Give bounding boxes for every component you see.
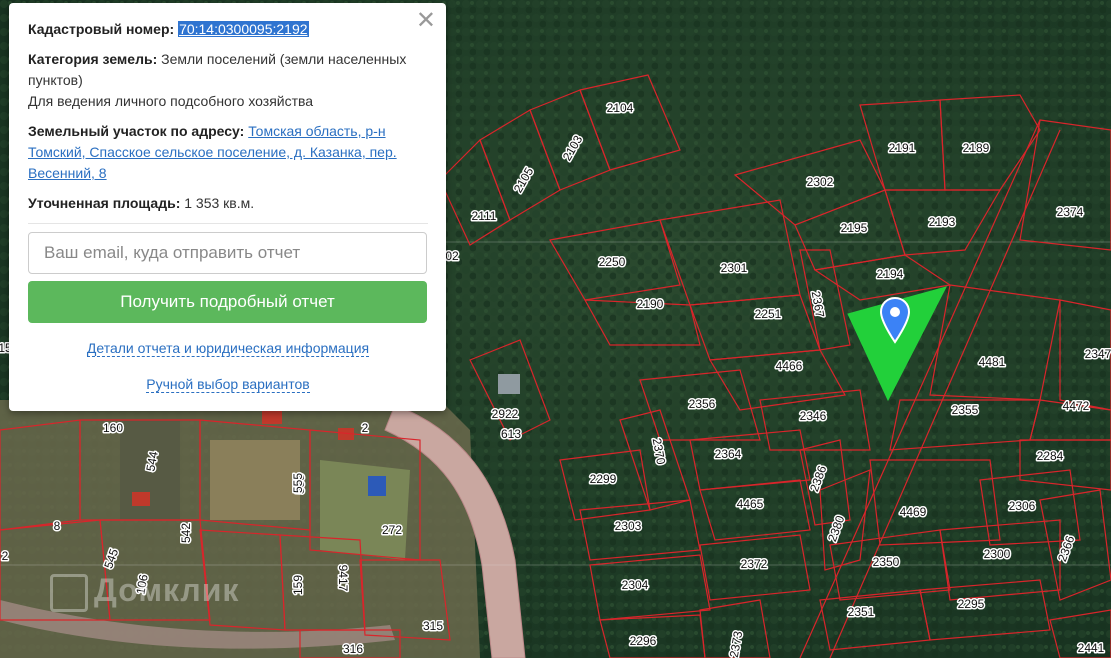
parcel-info-popup: ✕ Кадастровый номер: 70:14:0300095:2192 … bbox=[9, 3, 446, 411]
cadastral-number-link[interactable]: 70:14:0300095:2192 bbox=[178, 21, 309, 37]
plot-number-label: 2295 bbox=[958, 597, 985, 611]
cadastral-row: Кадастровый номер: 70:14:0300095:2192 bbox=[28, 19, 428, 40]
plot-number-label: 2195 bbox=[841, 221, 868, 235]
area-row: Уточненная площадь: 1 353 кв.м. bbox=[28, 193, 428, 214]
plot-number-label: 4465 bbox=[737, 497, 764, 511]
plot-number-label: 542 bbox=[179, 523, 193, 543]
plot-number-label: 2251 bbox=[755, 307, 782, 321]
plot-number-label: 2355 bbox=[952, 403, 979, 417]
plot-number-label: 2193 bbox=[929, 215, 956, 229]
plot-number-label: 2250 bbox=[599, 255, 626, 269]
plot-number-label: 315 bbox=[423, 619, 443, 633]
plot-number-label: 2441 bbox=[1078, 641, 1105, 655]
details-link[interactable]: Детали отчета и юридическая информация bbox=[86, 340, 370, 357]
plot-number-label: 2 bbox=[2, 549, 9, 563]
plot-number-label: 02 bbox=[445, 249, 459, 263]
plot-number-label: 2191 bbox=[889, 141, 916, 155]
plot-number-label: 316 bbox=[343, 642, 363, 656]
plot-number-label: 4466 bbox=[776, 359, 803, 373]
area-value: 1 353 кв.м. bbox=[184, 195, 255, 211]
cadastral-label: Кадастровый номер: bbox=[28, 21, 175, 37]
plot-number-label: 2190 bbox=[637, 297, 664, 311]
plot-number-label: 2194 bbox=[877, 267, 904, 281]
close-icon[interactable]: ✕ bbox=[416, 9, 436, 33]
plot-number-label: 2301 bbox=[721, 261, 748, 275]
plot-number-label: 2350 bbox=[873, 555, 900, 569]
address-label: Земельный участок по адресу: bbox=[28, 123, 245, 139]
plot-number-label: 2303 bbox=[615, 519, 642, 533]
category-label: Категория земель: bbox=[28, 51, 158, 67]
get-report-button[interactable]: Получить подробный отчет bbox=[28, 281, 427, 323]
plot-number-label: 159 bbox=[291, 575, 305, 595]
plot-number-label: 2189 bbox=[963, 141, 990, 155]
plot-number-label: 2300 bbox=[984, 547, 1011, 561]
plot-number-label: 2284 bbox=[1037, 449, 1064, 463]
area-label: Уточненная площадь: bbox=[28, 195, 181, 211]
plot-number-label: 2306 bbox=[1009, 499, 1036, 513]
plot-number-label: 2 bbox=[362, 421, 369, 435]
logo-icon bbox=[50, 573, 88, 612]
plot-number-label: 272 bbox=[382, 523, 402, 537]
plot-number-label: 8 bbox=[54, 519, 61, 533]
email-field[interactable] bbox=[28, 232, 427, 274]
plot-number-label: 2104 bbox=[607, 101, 634, 115]
plot-number-label: 2299 bbox=[590, 472, 617, 486]
plot-number-label: 2347 bbox=[1085, 347, 1111, 361]
house-roof bbox=[368, 476, 386, 496]
plot-number-label: 160 bbox=[103, 421, 123, 435]
plot-number-label: 613 bbox=[501, 427, 521, 441]
house-roof bbox=[132, 492, 150, 506]
manual-link-row: Ручной выбор вариантов bbox=[28, 374, 428, 395]
plot-number-label: 2356 bbox=[689, 397, 716, 411]
plot-number-label: 4469 bbox=[900, 505, 927, 519]
plot-number-label: 2351 bbox=[848, 605, 875, 619]
house-roof bbox=[498, 374, 520, 394]
plot-number-label: 2346 bbox=[800, 409, 827, 423]
plot-number-label: 2374 bbox=[1057, 205, 1084, 219]
plot-number-label: 2364 bbox=[715, 447, 742, 461]
plot-number-label: 4481 bbox=[979, 355, 1006, 369]
plot-number-label: 2296 bbox=[630, 634, 657, 648]
address-row: Земельный участок по адресу: Томская обл… bbox=[28, 121, 428, 184]
divider bbox=[28, 223, 428, 224]
plot-number-label: 2111 bbox=[472, 209, 497, 223]
field-patch bbox=[210, 440, 300, 520]
manual-selection-link[interactable]: Ручной выбор вариантов bbox=[146, 376, 310, 393]
category-row: Категория земель: Земли поселений (земли… bbox=[28, 49, 428, 112]
plot-number-label: 555 bbox=[291, 473, 305, 493]
plot-number-label: 2372 bbox=[741, 557, 768, 571]
plot-number-label: 2302 bbox=[807, 175, 834, 189]
field-patch bbox=[320, 460, 410, 560]
plot-number-label: 2304 bbox=[622, 578, 649, 592]
plot-number-label: 4472 bbox=[1063, 399, 1090, 413]
plot-number-label: 2922 bbox=[492, 407, 519, 421]
house-roof bbox=[262, 410, 282, 424]
details-link-row: Детали отчета и юридическая информация bbox=[28, 338, 428, 359]
usage-value: Для ведения личного подсобного хозяйства bbox=[28, 93, 314, 109]
domclick-watermark: Домклик bbox=[50, 572, 239, 612]
plot-number-label: 9417 bbox=[336, 565, 350, 592]
